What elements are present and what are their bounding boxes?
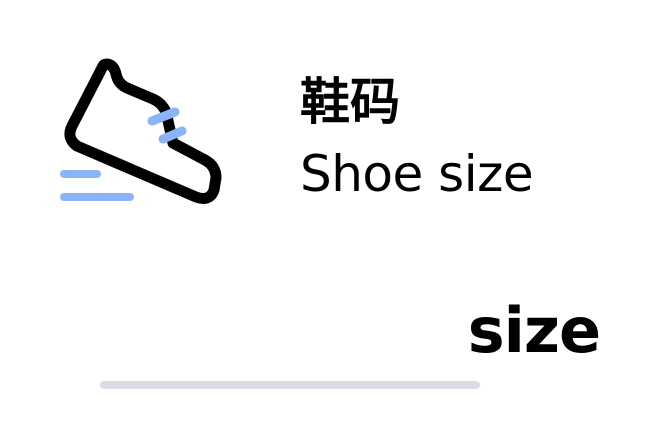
shoe-size-screen: 鞋码 Shoe size size	[0, 0, 672, 428]
size-underline	[100, 381, 480, 389]
size-value: size	[467, 294, 601, 367]
size-field[interactable]: size	[100, 290, 601, 390]
title-chinese: 鞋码	[300, 73, 400, 131]
sneaker-outline	[64, 58, 222, 204]
sneaker-icon	[60, 58, 222, 204]
title-english: Shoe size	[300, 145, 534, 203]
title-block: 鞋码 Shoe size	[300, 72, 630, 204]
